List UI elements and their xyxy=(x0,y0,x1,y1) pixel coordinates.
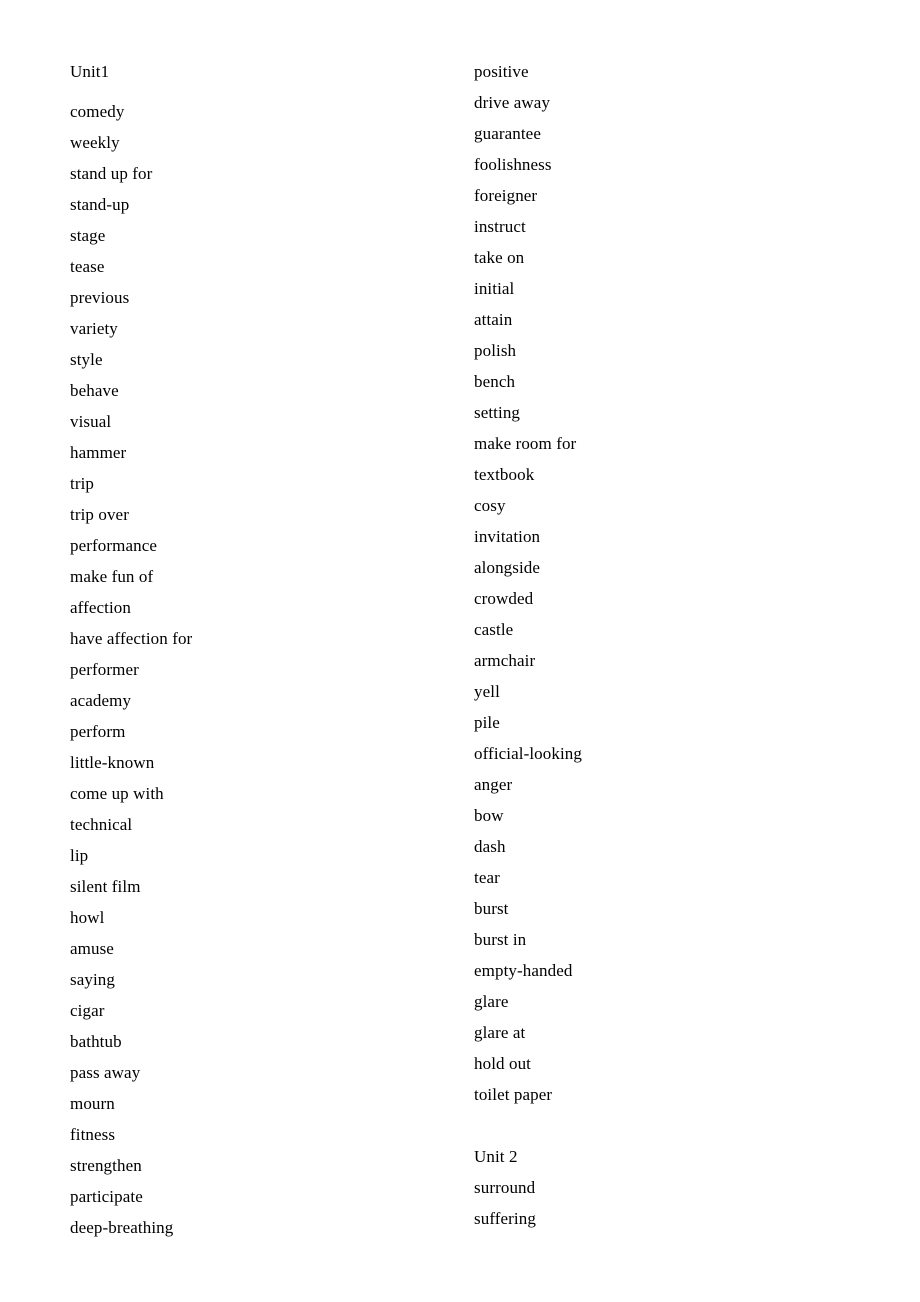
word-line: performance xyxy=(70,536,157,555)
word-line: academy xyxy=(70,691,132,710)
word-line: saying xyxy=(70,970,115,989)
word-line: deep-breathing xyxy=(70,1218,174,1237)
word-line: tease xyxy=(70,257,105,276)
word-line: polish xyxy=(474,341,517,360)
word-line: dash xyxy=(474,837,506,856)
word-line: perform xyxy=(70,722,126,741)
word-line: invitation xyxy=(474,527,541,546)
word-line: come up with xyxy=(70,784,164,803)
word-line: tear xyxy=(474,868,500,887)
word-line: pile xyxy=(474,713,500,732)
word-line: lip xyxy=(70,846,89,865)
word-line: bow xyxy=(474,806,504,825)
word-line: hammer xyxy=(70,443,127,462)
word-line: drive away xyxy=(474,93,551,112)
word-line: stage xyxy=(70,226,106,245)
word-line: howl xyxy=(70,908,105,927)
word-line: toilet paper xyxy=(474,1085,553,1104)
word-line: initial xyxy=(474,279,515,298)
word-line: pass away xyxy=(70,1063,141,1082)
right-column: positive drive away guarantee foolishness fo… xyxy=(474,56,854,1234)
word-line: trip xyxy=(70,474,95,493)
word-line: variety xyxy=(70,319,118,338)
word-line: stand-up xyxy=(70,195,130,214)
word-line: trip over xyxy=(70,505,129,524)
word-line: textbook xyxy=(474,465,535,484)
right-column-word-list-continued: positive drive away guarantee foolishness fo… xyxy=(474,56,854,1110)
word-line: have affection for xyxy=(70,629,193,648)
word-line: bathtub xyxy=(70,1032,122,1051)
word-line: technical xyxy=(70,815,133,834)
word-line: setting xyxy=(474,403,521,422)
word-line: cigar xyxy=(70,1001,105,1020)
word-line: silent film xyxy=(70,877,141,896)
word-line: little-known xyxy=(70,753,155,772)
word-line: guarantee xyxy=(474,124,541,143)
word-line: make room for xyxy=(474,434,577,453)
word-line: visual xyxy=(70,412,112,431)
word-line: foreigner xyxy=(474,186,538,205)
word-line: behave xyxy=(70,381,119,400)
left-column: Unit1 comedy weekly stand up for stand-up st… xyxy=(70,56,450,1243)
word-line: cosy xyxy=(474,496,506,515)
word-line: alongside xyxy=(474,558,541,577)
word-line: affection xyxy=(70,598,131,617)
word-line: make fun of xyxy=(70,567,154,586)
word-line: glare at xyxy=(474,1023,526,1042)
word-line: hold out xyxy=(474,1054,531,1073)
word-line: empty-handed xyxy=(474,961,573,980)
right-column-word-list-unit2: surround suffering xyxy=(474,1172,854,1234)
word-line: foolishness xyxy=(474,155,552,174)
word-line: instruct xyxy=(474,217,526,236)
word-line: suffering xyxy=(474,1209,536,1228)
word-line: crowded xyxy=(474,589,534,608)
word-line: performer xyxy=(70,660,139,679)
word-line: positive xyxy=(474,62,529,81)
word-line: attain xyxy=(474,310,513,329)
word-line: participate xyxy=(70,1187,143,1206)
word-line: armchair xyxy=(474,651,536,670)
word-line: official-looking xyxy=(474,744,582,763)
word-line: surround xyxy=(474,1178,536,1197)
word-line: castle xyxy=(474,620,514,639)
word-line: style xyxy=(70,350,103,369)
word-line: previous xyxy=(70,288,130,307)
word-line: comedy xyxy=(70,102,125,121)
word-line: fitness xyxy=(70,1125,116,1144)
word-line: take on xyxy=(474,248,525,267)
word-line: amuse xyxy=(70,939,114,958)
word-line: anger xyxy=(474,775,513,794)
word-line: stand up for xyxy=(70,164,153,183)
unit-heading-1: Unit1 xyxy=(70,62,110,81)
word-line: yell xyxy=(474,682,500,701)
word-line: strengthen xyxy=(70,1156,142,1175)
word-line: burst xyxy=(474,899,509,918)
heading-spacer xyxy=(70,87,450,96)
word-line: bench xyxy=(474,372,516,391)
left-column-word-list: comedy weekly stand up for stand-up stage tea… xyxy=(70,96,450,1243)
document-page: Unit1 comedy weekly stand up for stand-up st… xyxy=(0,0,920,1302)
word-line: mourn xyxy=(70,1094,115,1113)
word-line: glare xyxy=(474,992,509,1011)
word-line: burst in xyxy=(474,930,527,949)
word-line: weekly xyxy=(70,133,120,152)
unit-heading-2: Unit 2 xyxy=(474,1147,518,1166)
